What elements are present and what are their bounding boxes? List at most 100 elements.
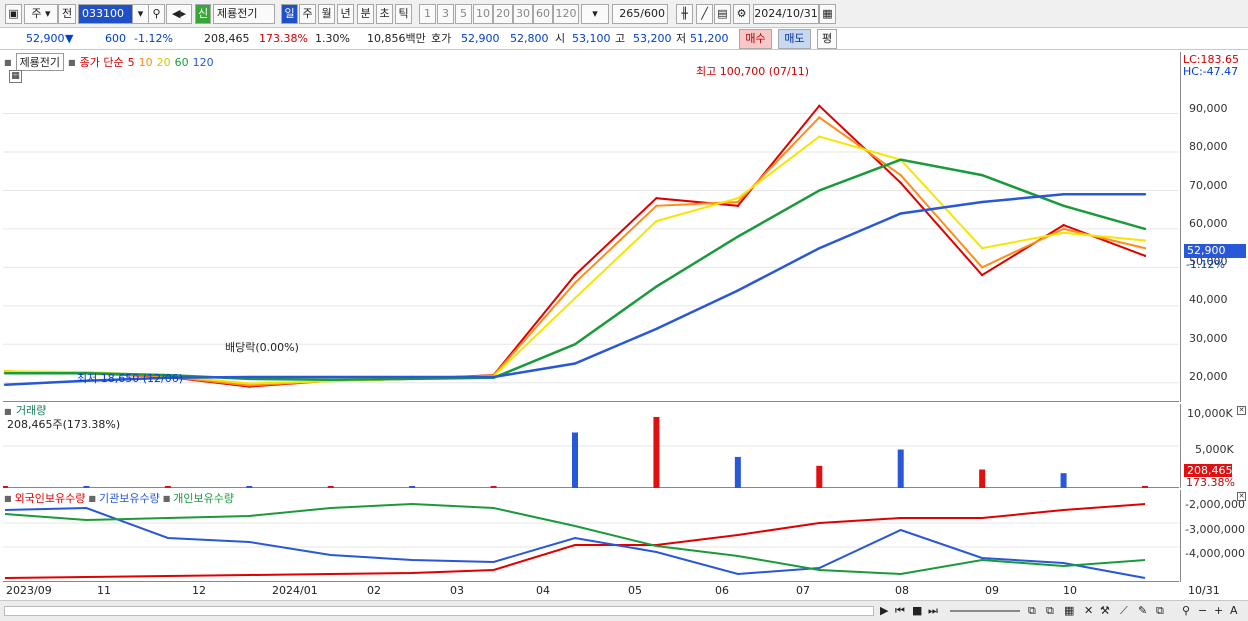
volume-bar [816, 465, 823, 488]
ma-point-5 [1143, 254, 1147, 258]
period-week[interactable]: 주 [299, 4, 316, 24]
volume-bar [734, 456, 741, 488]
stop-icon[interactable]: ■ [912, 604, 922, 618]
ma-point-120 [573, 362, 577, 365]
data-count-input[interactable]: 265/600 [612, 4, 668, 24]
period-month[interactable]: 월 [318, 4, 335, 24]
x-tick: 11 [97, 584, 111, 597]
zoom-icon[interactable]: ⚲ [1182, 604, 1190, 618]
font-size-icon[interactable]: A [1230, 604, 1238, 618]
price-axis: LC:183.65 HC:-47.47 90,000 80,000 70,000… [1180, 52, 1248, 402]
save-icon[interactable]: ▤ [714, 4, 731, 24]
search-icon[interactable]: ⚲ [148, 4, 165, 24]
period-day[interactable]: 일 [281, 4, 298, 24]
scroll-right-icon[interactable]: ▶ [880, 604, 888, 618]
holdings-tick: -2,000,000 [1185, 498, 1245, 511]
minus-icon[interactable]: − [1198, 604, 1207, 618]
edit-icon[interactable]: ✎ [1138, 604, 1147, 618]
new-badge: 신 [195, 4, 211, 24]
bid-label: 호가 [431, 32, 452, 45]
period-second[interactable]: 초 [376, 4, 393, 24]
legend-ma-5[interactable]: 5 [128, 56, 135, 69]
legend-foreign[interactable]: 외국인보유수량 [15, 490, 86, 506]
interval-20[interactable]: 20 [493, 4, 513, 24]
legend-bullet-icon: ■ [4, 407, 12, 416]
layout-icon[interactable]: ⧉ [1028, 604, 1036, 618]
interval-custom-select[interactable]: ▾ [581, 4, 609, 24]
candle-type-icon[interactable]: ╫ [676, 4, 693, 24]
ma-point-10 [573, 281, 577, 284]
sound-icon[interactable]: ◀▸ [166, 4, 192, 24]
interval-5[interactable]: 5 [455, 4, 472, 24]
interval-60[interactable]: 60 [533, 4, 553, 24]
ma-point-20 [1062, 231, 1065, 234]
last-icon[interactable]: ⏭ [928, 604, 938, 618]
interval-10[interactable]: 10 [473, 4, 493, 24]
chevron-down-icon[interactable]: ▾ [132, 4, 149, 24]
horizontal-scrollbar[interactable] [4, 606, 874, 616]
legend-stock-name[interactable]: 제룡전기 [15, 53, 65, 71]
interval-120[interactable]: 120 [553, 4, 579, 24]
ma-point-10 [980, 266, 984, 269]
x-tick: 04 [536, 584, 550, 597]
volume-tick: 10,000K [1187, 407, 1233, 420]
legend-ma-label[interactable]: 종가 단순 [80, 54, 124, 70]
price-change: 600 [105, 32, 126, 45]
legend-ma-10[interactable]: 10 [139, 56, 153, 69]
volume-value: 208,465 [204, 32, 250, 45]
legend-individual[interactable]: 개인보유수량 [173, 490, 234, 506]
holding-line-0 [4, 503, 1146, 579]
volume-axis: 10,000K ✕ 5,000K 208,465 173.38% [1180, 404, 1248, 489]
period-year[interactable]: 년 [337, 4, 354, 24]
plus-icon[interactable]: + [1214, 604, 1223, 618]
table-toggle-icon[interactable]: ▦ [9, 70, 22, 83]
panel-close-icon[interactable]: ✕ [1237, 406, 1246, 415]
grid-icon[interactable]: ▦ [1064, 604, 1074, 618]
legend-ma-20[interactable]: 20 [157, 56, 171, 69]
tools-icon[interactable]: ⚒ [1100, 604, 1110, 618]
period-minute[interactable]: 분 [357, 4, 374, 24]
x-tick: 08 [895, 584, 909, 597]
period-tick[interactable]: 틱 [395, 4, 412, 24]
prev-button[interactable]: 전 [58, 4, 76, 24]
interval-1[interactable]: 1 [419, 4, 436, 24]
legend-ma-60[interactable]: 60 [175, 56, 189, 69]
price-tag-pct: -1.12% [1186, 258, 1225, 271]
ma-point-120 [248, 375, 251, 379]
legend-ma-120[interactable]: 120 [193, 56, 214, 69]
date-input[interactable]: 2024/10/31 [753, 4, 819, 24]
buy-button[interactable]: 매수 [739, 29, 772, 49]
sell-button[interactable]: 매도 [778, 29, 811, 49]
eval-button[interactable]: 평 [817, 29, 837, 49]
interval-3[interactable]: 3 [437, 4, 454, 24]
chart-settings-icon[interactable]: ▣ [5, 4, 22, 24]
ma-point-120 [899, 212, 902, 215]
panel-close-icon[interactable]: ✕ [1237, 492, 1246, 501]
ma-point-60 [573, 343, 577, 346]
copy-icon[interactable]: ⧉ [1156, 604, 1164, 618]
crosshair-icon[interactable]: ✕ [1084, 604, 1093, 618]
ma-point-5 [655, 196, 658, 200]
legend-bullet-icon: ■ [4, 57, 12, 67]
ma-point-20 [736, 196, 740, 200]
draw-tool-icon[interactable]: ╱ [696, 4, 713, 24]
calendar-icon[interactable]: ▦ [819, 4, 836, 24]
price-change-pct: -1.12% [134, 32, 173, 45]
volume-tick: 5,000K [1195, 443, 1234, 456]
ma-point-120 [818, 246, 821, 250]
first-icon[interactable]: ⏮ [895, 604, 905, 618]
period-type-select[interactable]: 주 ▾ [24, 4, 58, 24]
trend-icon[interactable]: ⟋ [1120, 604, 1128, 618]
gear-icon[interactable]: ⚙ [733, 4, 750, 24]
current-price: 52,900 [26, 32, 65, 45]
volume-title[interactable]: 거래량 [16, 404, 46, 418]
ma-point-20 [248, 382, 251, 385]
zoom-slider[interactable] [950, 610, 1020, 612]
ma-point-60 [736, 235, 740, 238]
legend-institution[interactable]: 기관보유수량 [99, 490, 160, 506]
interval-30[interactable]: 30 [513, 4, 533, 24]
ma-point-20 [655, 220, 658, 223]
high-annotation: 최고 100,700 (07/11) [696, 65, 810, 78]
open-price: 53,100 [572, 32, 611, 45]
window-icon[interactable]: ⧉ [1046, 604, 1054, 618]
